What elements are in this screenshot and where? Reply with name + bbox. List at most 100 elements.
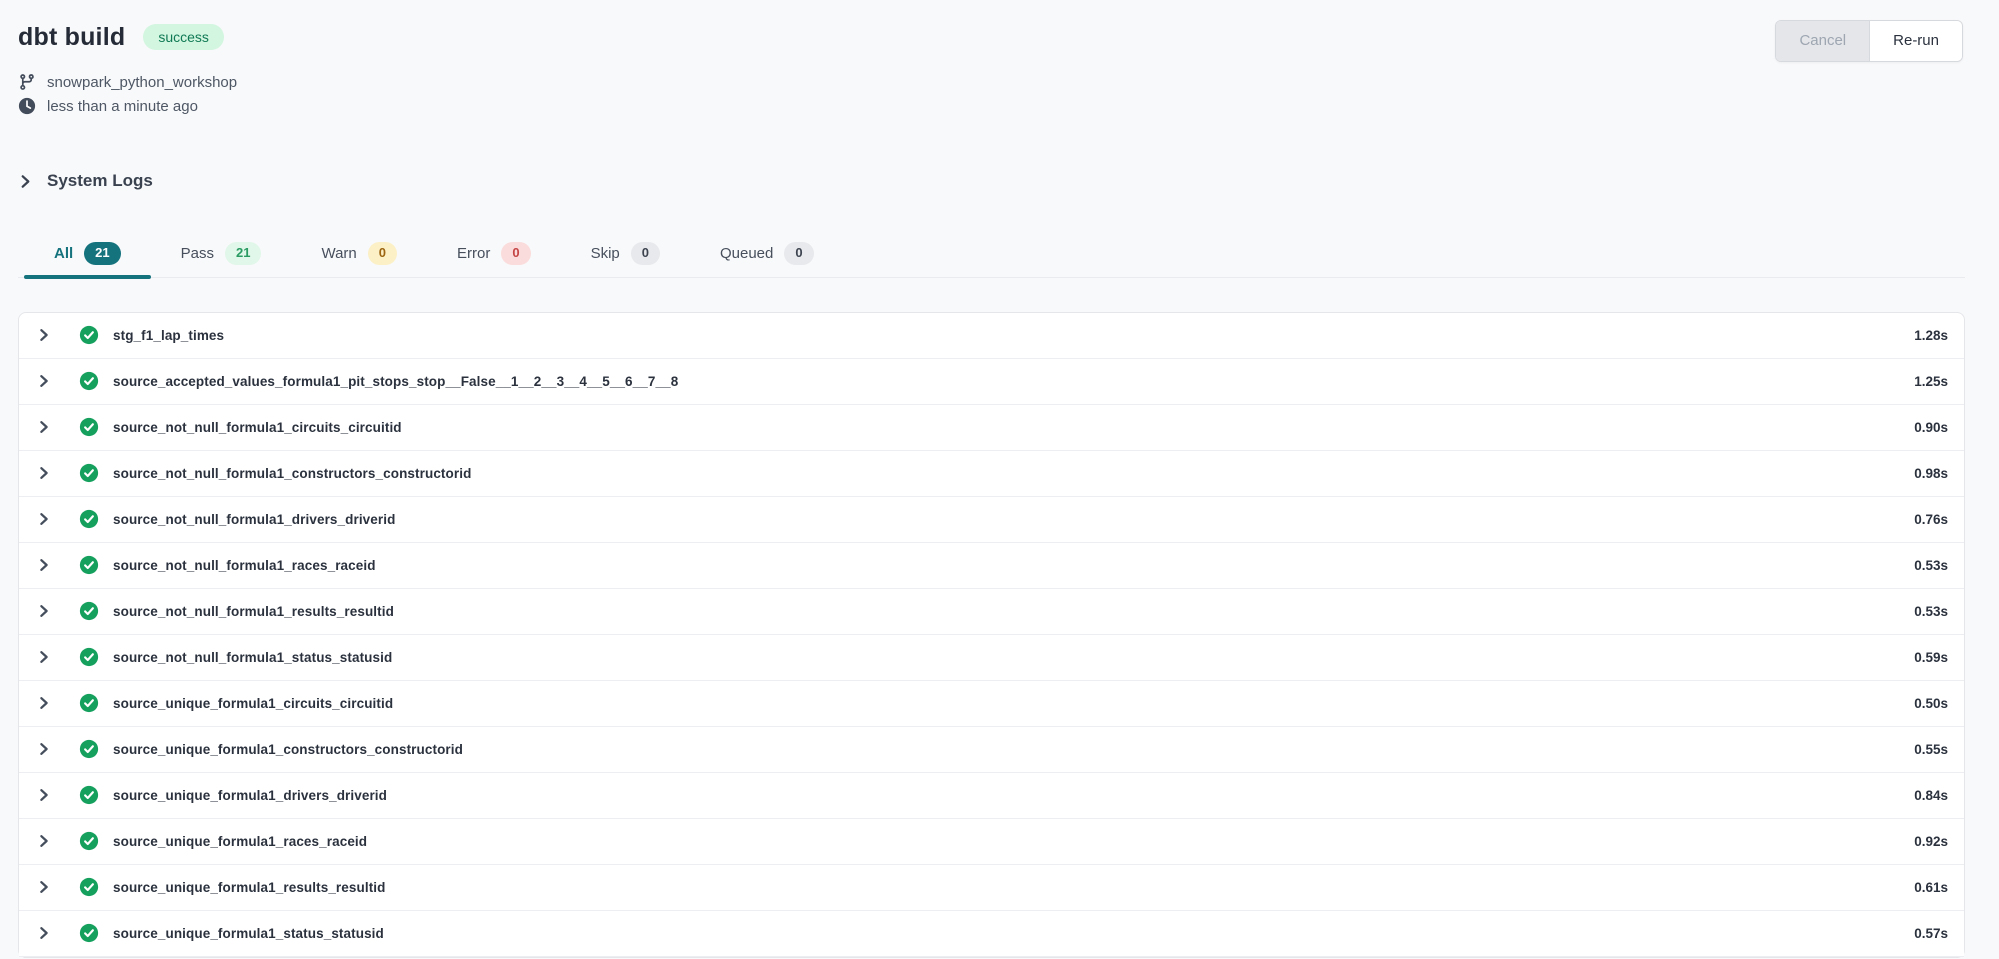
expand-row-button[interactable]: [33, 876, 55, 898]
result-row[interactable]: source_not_null_formula1_drivers_driveri…: [19, 497, 1964, 543]
expand-row-button[interactable]: [33, 416, 55, 438]
chevron-right-icon: [37, 558, 51, 572]
expand-row-button[interactable]: [33, 830, 55, 852]
check-circle-icon: [79, 417, 99, 437]
tab-label: Skip: [591, 245, 620, 262]
tab-count-badge: 0: [784, 242, 813, 264]
tab-label: All: [54, 245, 73, 262]
run-header: dbt build success: [18, 18, 1965, 56]
expand-row-button[interactable]: [33, 922, 55, 944]
status-badge: success: [143, 24, 224, 51]
check-circle-icon: [79, 325, 99, 345]
result-row[interactable]: source_not_null_formula1_races_raceid 0.…: [19, 543, 1964, 589]
tab-label: Pass: [181, 245, 214, 262]
run-detail-page: dbt build success Cancel Re-run snowpark…: [0, 0, 1999, 958]
expand-row-button[interactable]: [33, 646, 55, 668]
check-circle-icon: [79, 371, 99, 391]
cancel-button[interactable]: Cancel: [1776, 21, 1870, 61]
tab-item[interactable]: Skip 0: [561, 231, 690, 277]
result-name: source_not_null_formula1_races_raceid: [113, 558, 376, 573]
tab-item[interactable]: All 21: [24, 231, 151, 277]
result-name: source_not_null_formula1_results_resulti…: [113, 604, 394, 619]
expand-row-button[interactable]: [33, 462, 55, 484]
result-row[interactable]: source_not_null_formula1_circuits_circui…: [19, 405, 1964, 451]
result-name: source_unique_formula1_status_statusid: [113, 926, 384, 941]
check-circle-icon: [79, 785, 99, 805]
result-row[interactable]: source_not_null_formula1_status_statusid…: [19, 635, 1964, 681]
result-duration: 1.28s: [1914, 328, 1950, 343]
check-circle-icon: [79, 647, 99, 667]
git-branch-icon: [18, 73, 36, 91]
chevron-right-icon: [37, 834, 51, 848]
check-circle-icon: [79, 601, 99, 621]
result-name: source_unique_formula1_results_resultid: [113, 880, 386, 895]
result-duration: 1.25s: [1914, 374, 1950, 389]
result-row[interactable]: source_unique_formula1_results_resultid …: [19, 865, 1964, 911]
chevron-right-icon: [37, 926, 51, 940]
chevron-right-icon: [37, 650, 51, 664]
tab-item[interactable]: Error 0: [427, 231, 561, 277]
chevron-right-icon: [37, 512, 51, 526]
branch-meta: snowpark_python_workshop: [18, 73, 1965, 91]
time-meta: less than a minute ago: [18, 97, 1965, 115]
result-duration: 0.98s: [1914, 466, 1950, 481]
result-duration: 0.59s: [1914, 650, 1950, 665]
result-duration: 0.92s: [1914, 834, 1950, 849]
result-duration: 0.90s: [1914, 420, 1950, 435]
tab-label: Warn: [321, 245, 356, 262]
tab-count-badge: 21: [225, 242, 261, 264]
status-tabs: All 21 Pass 21 Warn 0 Error 0 Skip 0 Que…: [18, 231, 1965, 278]
check-circle-icon: [79, 739, 99, 759]
result-row[interactable]: source_unique_formula1_status_statusid 0…: [19, 911, 1964, 957]
result-row[interactable]: source_unique_formula1_drivers_driverid …: [19, 773, 1964, 819]
expand-row-button[interactable]: [33, 370, 55, 392]
result-row[interactable]: source_unique_formula1_circuits_circuiti…: [19, 681, 1964, 727]
rerun-button[interactable]: Re-run: [1870, 21, 1962, 61]
result-row[interactable]: source_not_null_formula1_results_resulti…: [19, 589, 1964, 635]
result-duration: 0.61s: [1914, 880, 1950, 895]
expand-row-button[interactable]: [33, 600, 55, 622]
check-circle-icon: [79, 463, 99, 483]
expand-row-button[interactable]: [33, 784, 55, 806]
expand-row-button[interactable]: [33, 738, 55, 760]
tab-label: Error: [457, 245, 490, 262]
result-name: stg_f1_lap_times: [113, 328, 224, 343]
result-duration: 0.76s: [1914, 512, 1950, 527]
tab-item[interactable]: Pass 21: [151, 231, 292, 277]
check-circle-icon: [79, 693, 99, 713]
tab-item[interactable]: Warn 0: [291, 231, 427, 277]
time-ago-label: less than a minute ago: [47, 98, 198, 115]
chevron-right-icon: [37, 696, 51, 710]
results-list: stg_f1_lap_times 1.28s source_accepted_v…: [18, 312, 1965, 958]
result-row[interactable]: source_unique_formula1_races_raceid 0.92…: [19, 819, 1964, 865]
result-name: source_accepted_values_formula1_pit_stop…: [113, 374, 678, 389]
chevron-right-icon: [37, 328, 51, 342]
chevron-right-icon: [37, 788, 51, 802]
expand-row-button[interactable]: [33, 508, 55, 530]
result-name: source_unique_formula1_circuits_circuiti…: [113, 696, 393, 711]
result-duration: 0.50s: [1914, 696, 1950, 711]
result-row[interactable]: source_not_null_formula1_constructors_co…: [19, 451, 1964, 497]
chevron-right-icon: [37, 604, 51, 618]
result-name: source_unique_formula1_constructors_cons…: [113, 742, 463, 757]
expand-row-button[interactable]: [33, 692, 55, 714]
clock-icon: [18, 97, 36, 115]
expand-row-button[interactable]: [33, 324, 55, 346]
chevron-right-icon: [37, 374, 51, 388]
result-name: source_not_null_formula1_constructors_co…: [113, 466, 471, 481]
check-circle-icon: [79, 877, 99, 897]
expand-row-button[interactable]: [33, 554, 55, 576]
result-name: source_not_null_formula1_circuits_circui…: [113, 420, 402, 435]
chevron-right-icon: [37, 466, 51, 480]
system-logs-toggle[interactable]: System Logs: [18, 171, 153, 191]
result-name: source_not_null_formula1_drivers_driveri…: [113, 512, 395, 527]
result-duration: 0.55s: [1914, 742, 1950, 757]
tab-item[interactable]: Queued 0: [690, 231, 844, 277]
tab-count-badge: 0: [368, 242, 397, 264]
chevron-right-icon: [37, 880, 51, 894]
result-row[interactable]: source_unique_formula1_constructors_cons…: [19, 727, 1964, 773]
run-actions: Cancel Re-run: [1775, 20, 1963, 62]
result-row[interactable]: stg_f1_lap_times 1.28s: [19, 313, 1964, 359]
tab-count-badge: 21: [84, 242, 120, 264]
result-row[interactable]: source_accepted_values_formula1_pit_stop…: [19, 359, 1964, 405]
